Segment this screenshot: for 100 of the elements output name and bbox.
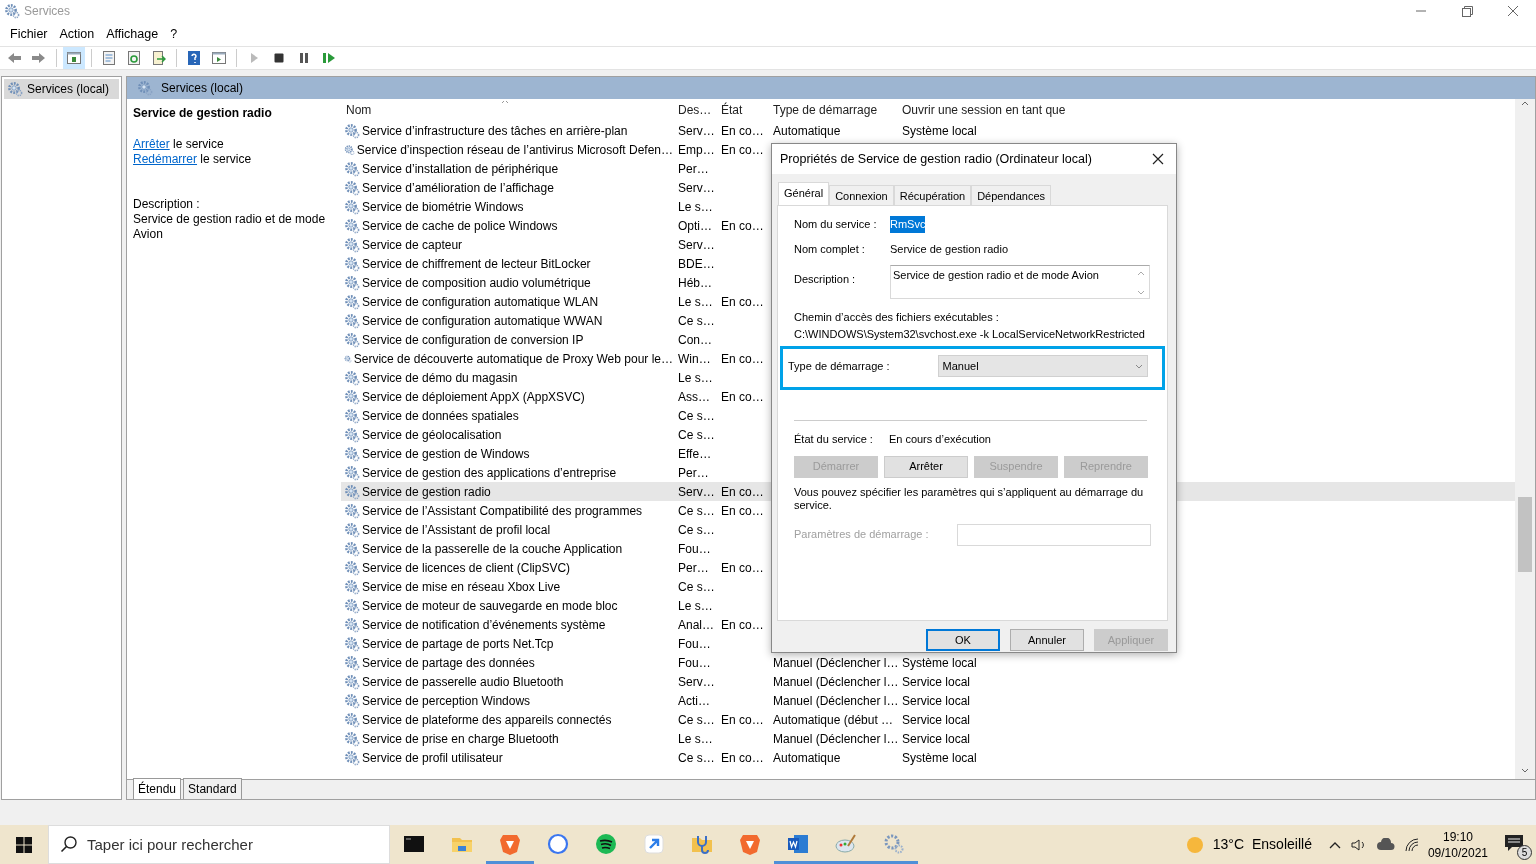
- table-cell: Ce s…: [678, 712, 715, 727]
- window-icon: [211, 50, 227, 66]
- tree-item[interactable]: Services (local): [4, 79, 119, 99]
- gear-icon: [344, 635, 360, 652]
- table-cell: Le s…: [678, 370, 713, 385]
- gear-icon: [344, 369, 360, 386]
- table-cell: Manuel (Déclencher l…: [773, 674, 897, 689]
- scrollbar[interactable]: [1515, 99, 1535, 779]
- service-name[interactable]: Service de prise en charge Bluetooth: [362, 729, 559, 748]
- service-name[interactable]: Service de partage de ports Net.Tcp: [362, 634, 554, 653]
- service-name[interactable]: Service de notification d’événements système: [362, 615, 606, 634]
- service-name[interactable]: Service d’amélioration de l’affichage: [362, 178, 554, 197]
- pane-button[interactable]: [63, 47, 85, 69]
- resume-icon: [321, 50, 337, 66]
- column-header[interactable]: État: [716, 101, 768, 119]
- service-name[interactable]: Service de configuration de conversion IP: [362, 330, 584, 349]
- dialog-button[interactable]: Annuler: [1010, 629, 1084, 651]
- service-name[interactable]: Service de démo du magasin: [362, 368, 518, 387]
- service-name[interactable]: Service de capteur: [362, 235, 463, 254]
- clock[interactable]: 19:10 09/10/2021: [1427, 828, 1488, 861]
- service-name[interactable]: Service d’inspection réseau de l’antivirus Microsoft Defen…: [356, 140, 673, 159]
- gear-icon: [344, 445, 360, 462]
- dialog-tab[interactable]: Connexion: [829, 185, 894, 205]
- dialog-tab[interactable]: Général: [778, 182, 830, 205]
- notification-button[interactable]: 5: [1504, 831, 1530, 858]
- table-cell: Système local: [902, 750, 977, 765]
- service-name[interactable]: Service de découverte automatique de Proxy Web pour le…: [353, 349, 673, 368]
- gear-icon: [344, 464, 360, 481]
- table-cell: Fou…: [678, 636, 711, 651]
- service-name[interactable]: Service de cache de police Windows: [362, 216, 558, 235]
- service-name[interactable]: Service d’infrastructure des tâches en arrière-plan: [362, 121, 628, 140]
- gear-icon: [344, 198, 360, 215]
- service-name[interactable]: Service de déploiement AppX (AppXSVC): [362, 387, 585, 406]
- service-name[interactable]: Service de plateforme des appareils connectés: [362, 710, 612, 729]
- menu-item[interactable]: ?: [164, 24, 184, 44]
- table-cell: Automatique: [773, 750, 841, 765]
- action-text: Arrêter le service: [133, 137, 225, 152]
- service-name[interactable]: Service de perception Windows: [362, 691, 531, 710]
- service-name[interactable]: Service de l’Assistant de profil local: [362, 520, 551, 539]
- service-name[interactable]: Service de données spatiales: [362, 406, 519, 425]
- service-name[interactable]: Service de gestion radio: [362, 482, 491, 501]
- service-name[interactable]: Service de composition audio volumétrique: [362, 273, 591, 292]
- description-box[interactable]: Service de gestion radio et de mode Avion: [890, 265, 1150, 299]
- service-name[interactable]: Service de chiffrement de lecteur BitLocker: [362, 254, 591, 273]
- table-cell: Emp…: [678, 142, 715, 157]
- dialog-tab[interactable]: Dépendances: [971, 185, 1052, 205]
- action-link[interactable]: Redémarrer: [133, 152, 198, 166]
- column-header[interactable]: Nom: [341, 101, 673, 119]
- startup-type-dropdown[interactable]: Manuel: [937, 355, 1148, 377]
- table-cell: Héb…: [678, 275, 712, 290]
- table-cell: Service local: [902, 674, 971, 689]
- column-header[interactable]: Des…: [673, 101, 716, 119]
- service-name[interactable]: Service de géolocalisation: [362, 425, 502, 444]
- view-tab[interactable]: Standard: [183, 778, 242, 799]
- service-name[interactable]: Service de licences de client (ClipSVC): [362, 558, 571, 577]
- menu-item[interactable]: Affichage: [100, 24, 165, 44]
- service-name[interactable]: Service de biométrie Windows: [362, 197, 524, 216]
- path-label: Chemin d’accès des fichiers exécutables :: [794, 310, 1000, 325]
- scroll-thumb[interactable]: [1518, 497, 1532, 572]
- column-header[interactable]: Type de démarrage: [768, 101, 897, 119]
- service-name[interactable]: Service de gestion de Windows: [362, 444, 530, 463]
- wifi-icon[interactable]: [1403, 836, 1420, 853]
- dialog-tab[interactable]: Récupération: [893, 185, 972, 205]
- action-link[interactable]: Arrêter: [133, 137, 170, 151]
- gear-icon: [344, 730, 360, 747]
- cloud-icon[interactable]: [1375, 837, 1396, 852]
- gear-icon: [344, 654, 360, 671]
- view-tab[interactable]: Étendu: [133, 778, 182, 799]
- gear-icon: [344, 540, 360, 557]
- document-icon: [786, 832, 810, 856]
- table-cell: Effe…: [678, 446, 712, 461]
- scroll-down-icon[interactable]: [1520, 767, 1530, 775]
- service-button[interactable]: Arrêter: [884, 455, 968, 478]
- search-field[interactable]: Taper ici pour rechercher: [48, 825, 390, 864]
- table-cell: En co…: [721, 712, 764, 727]
- service-name[interactable]: Service de partage des données: [362, 653, 535, 672]
- gear-icon: [344, 597, 360, 614]
- menu-item[interactable]: Fichier: [4, 24, 54, 44]
- gear-icon: [344, 749, 360, 766]
- path-value: C:\WINDOWS\System32\svchost.exe -k LocalServiceNetworkRestricted: [794, 326, 1146, 342]
- service-name[interactable]: Service de moteur de sauvegarde en mode bloc: [362, 596, 618, 615]
- column-header[interactable]: Ouvrir une session en tant que: [897, 101, 1097, 119]
- back-arrow-icon: [6, 50, 22, 66]
- table-cell: En co…: [721, 123, 764, 138]
- service-name[interactable]: Service de gestion des applications d’entreprise: [362, 463, 617, 482]
- dialog-button[interactable]: OK: [926, 629, 1000, 651]
- service-name[interactable]: Service de l’Assistant Compatibilité des programmes: [362, 501, 643, 520]
- service-name[interactable]: Service de configuration automatique WLAN: [362, 292, 599, 311]
- service-name[interactable]: Service de mise en réseau Xbox Live: [362, 577, 561, 596]
- service-name[interactable]: Service d’installation de périphérique: [362, 159, 559, 178]
- scroll-up-icon[interactable]: [1520, 99, 1530, 107]
- service-name[interactable]: Service de configuration automatique WWAN: [362, 311, 603, 330]
- service-name[interactable]: Service de passerelle audio Bluetooth: [362, 672, 564, 691]
- service-name[interactable]: Service de la passerelle de la couche Application: [362, 539, 623, 558]
- menu-item[interactable]: Action: [53, 24, 101, 44]
- table-cell: Fou…: [678, 541, 711, 556]
- table-cell: Système local: [902, 655, 977, 670]
- refresh-icon: [126, 50, 142, 66]
- service-name[interactable]: Service de profil utilisateur: [362, 748, 503, 767]
- chat-bubble-icon: [546, 832, 570, 856]
